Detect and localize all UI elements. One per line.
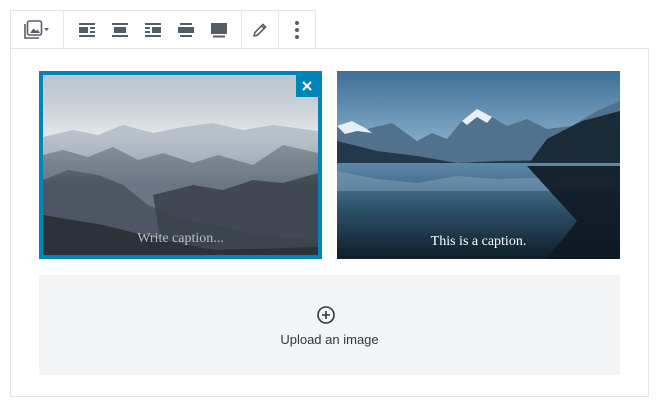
- upload-image-button[interactable]: Upload an image: [39, 275, 620, 375]
- upload-label: Upload an image: [280, 332, 379, 347]
- gallery-image-2[interactable]: This is a caption.: [337, 71, 620, 259]
- pencil-icon: [253, 23, 267, 37]
- close-icon: [302, 81, 312, 91]
- caption-placeholder[interactable]: Write caption...: [43, 231, 318, 247]
- more-options-button[interactable]: [279, 11, 315, 48]
- block-type-group: [11, 11, 63, 48]
- align-center-button[interactable]: [103, 11, 136, 48]
- gallery-image-1[interactable]: Write caption...: [39, 71, 322, 259]
- align-right-button[interactable]: [136, 11, 169, 48]
- align-left-button[interactable]: [70, 11, 103, 48]
- edit-gallery-button[interactable]: [242, 11, 278, 48]
- align-wide-button[interactable]: [169, 11, 202, 48]
- gallery-block: Write caption... This is a caption. Uplo…: [10, 48, 649, 397]
- align-full-button[interactable]: [202, 11, 235, 48]
- align-full-icon: [210, 22, 227, 37]
- align-center-icon: [111, 22, 128, 37]
- more-vertical-icon: [295, 20, 299, 39]
- alignment-group: [63, 11, 241, 48]
- chevron-down-icon: [44, 27, 49, 31]
- align-wide-icon: [177, 22, 194, 37]
- plus-circle-icon: [317, 306, 335, 324]
- block-toolbar: [10, 10, 316, 49]
- mountain-lake-image: [337, 71, 620, 259]
- remove-image-button[interactable]: [296, 75, 318, 97]
- change-block-type-button[interactable]: [11, 11, 63, 48]
- image-caption[interactable]: This is a caption.: [337, 234, 620, 250]
- more-group: [278, 11, 315, 48]
- align-left-icon: [78, 22, 95, 37]
- edit-group: [241, 11, 278, 48]
- gallery-icon: [24, 19, 49, 39]
- align-right-icon: [144, 22, 161, 37]
- misty-mountains-image: [43, 75, 318, 255]
